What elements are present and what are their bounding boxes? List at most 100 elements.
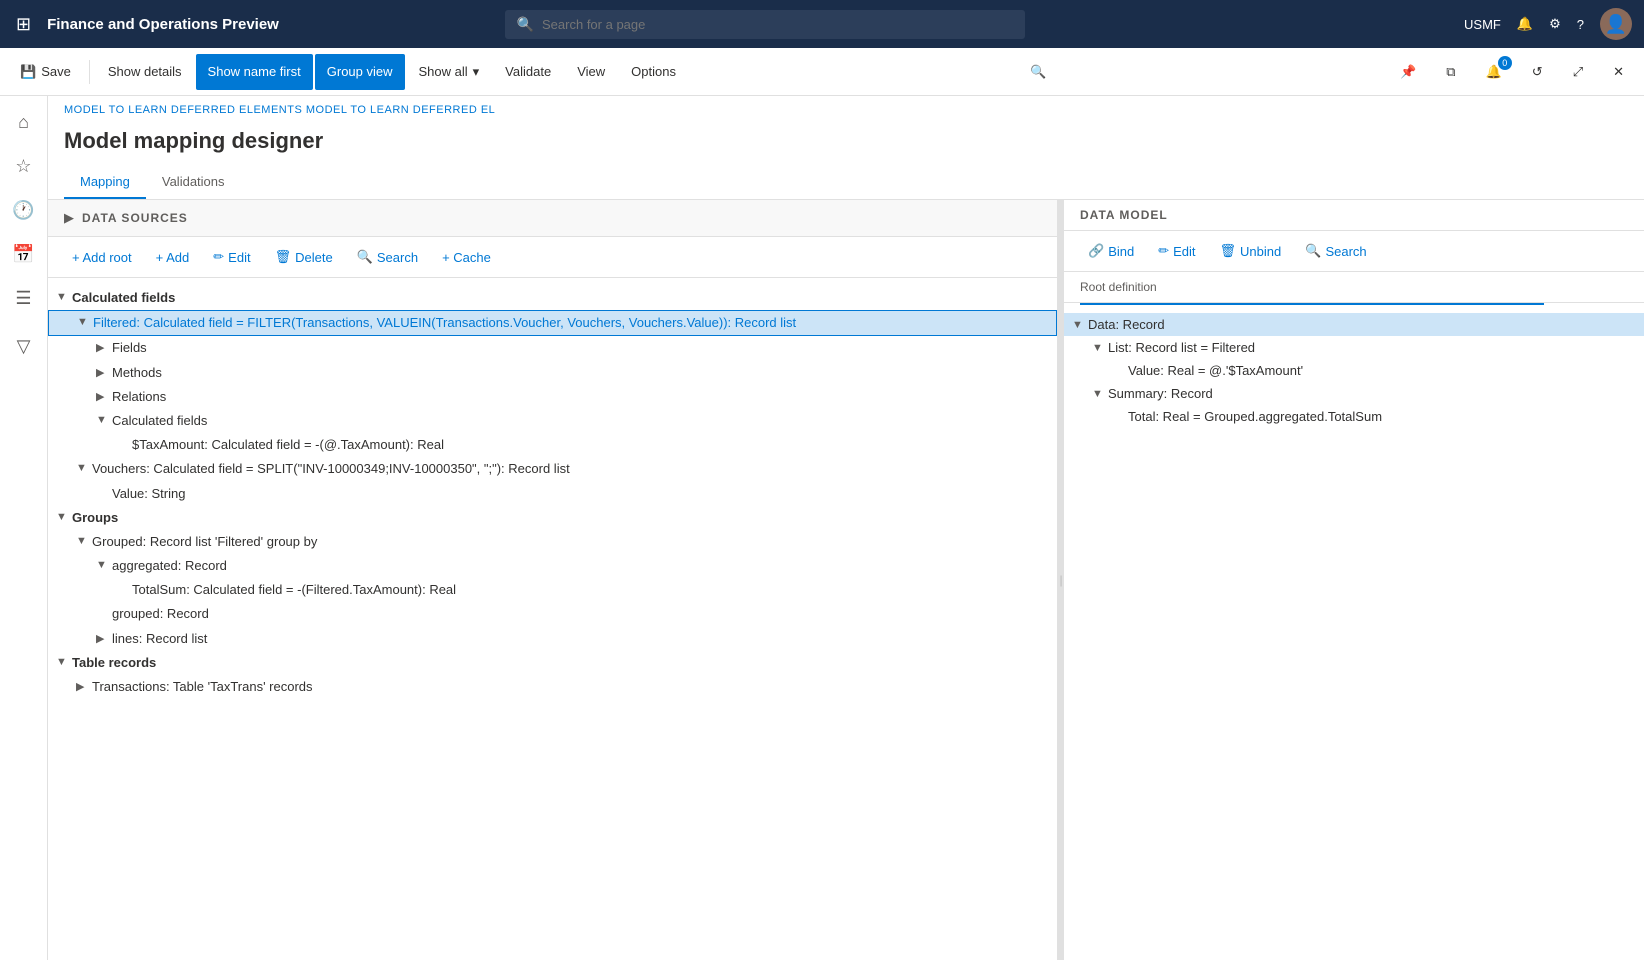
grid-icon[interactable]: ⊞ (12, 10, 35, 39)
pin-button[interactable]: 📌 (1388, 54, 1428, 90)
tree-item[interactable]: ▶Relations (48, 385, 1057, 409)
tree-item[interactable]: ▼Grouped: Record list 'Filtered' group b… (48, 530, 1057, 554)
tree-item[interactable]: ▶Transactions: Table 'TaxTrans' records (48, 675, 1057, 699)
tab-validations[interactable]: Validations (146, 166, 241, 199)
toolbar-separator-1 (89, 60, 90, 84)
dm-search-button[interactable]: 🔍 Search (1297, 239, 1374, 263)
tree-arrow-icon[interactable]: ▼ (76, 460, 92, 474)
tree-item-label: grouped: Record (112, 605, 1057, 623)
sidebar: ⌂ ☆ 🕐 📅 ☰ ▽ (0, 96, 48, 960)
tree-item[interactable]: ▼aggregated: Record (48, 554, 1057, 578)
sidebar-icon-recent[interactable]: 🕐 (6, 192, 42, 228)
settings-icon[interactable]: ⚙ (1549, 16, 1561, 32)
tree-arrow-icon[interactable] (116, 436, 132, 438)
collapse-icon[interactable]: ▶ (64, 210, 74, 226)
dm-tree-item[interactable]: Total: Real = Grouped.aggregated.TotalSu… (1064, 405, 1644, 428)
dm-tree-arrow-icon[interactable] (1112, 363, 1128, 365)
show-name-first-button[interactable]: Show name first (196, 54, 313, 90)
search-button[interactable]: 🔍 Search (349, 245, 426, 269)
tree-item-label: Filtered: Calculated field = FILTER(Tran… (93, 314, 1056, 332)
tree-arrow-icon[interactable] (96, 605, 112, 607)
sidebar-icon-star[interactable]: ☆ (6, 148, 42, 184)
save-button[interactable]: 💾 Save (8, 54, 83, 90)
dm-tree-item[interactable]: ▼Data: Record (1064, 313, 1644, 336)
tree-arrow-icon[interactable]: ▼ (56, 654, 72, 668)
tabs: Mapping Validations (48, 166, 1644, 200)
tree-arrow-icon[interactable]: ▼ (77, 314, 93, 328)
show-all-button[interactable]: Show all ▾ (407, 54, 492, 90)
refresh-button[interactable]: ↺ (1520, 54, 1555, 90)
edit-button[interactable]: ✏ Edit (205, 245, 258, 269)
sidebar-icon-home[interactable]: ⌂ (6, 104, 42, 140)
dm-tree-arrow-icon[interactable] (1112, 409, 1128, 411)
delete-button[interactable]: 🗑 Delete (267, 245, 341, 269)
tree-item[interactable]: ▼Calculated fields (48, 409, 1057, 433)
tree-item[interactable]: grouped: Record (48, 602, 1057, 626)
tree-arrow-icon[interactable] (116, 581, 132, 583)
tree-item[interactable]: ▼Table records (48, 651, 1057, 675)
global-search[interactable]: 🔍 (505, 10, 1025, 39)
cache-button[interactable]: + Cache (434, 246, 499, 269)
tree-item[interactable]: $TaxAmount: Calculated field = -(@.TaxAm… (48, 433, 1057, 457)
tree-arrow-icon[interactable]: ▼ (76, 533, 92, 547)
options-button[interactable]: Options (619, 54, 688, 90)
tree-arrow-icon[interactable]: ▼ (56, 289, 72, 303)
add-root-button[interactable]: + Add root (64, 246, 140, 269)
dm-tree-item[interactable]: Value: Real = @.'$TaxAmount' (1064, 359, 1644, 382)
show-details-button[interactable]: Show details (96, 54, 194, 90)
data-sources-tree: ▼Calculated fields▼Filtered: Calculated … (48, 278, 1057, 707)
duplicate-button[interactable]: ⧉ (1434, 54, 1467, 90)
tree-item[interactable]: ▼Vouchers: Calculated field = SPLIT("INV… (48, 457, 1057, 481)
expand-icon: ⤢ (1573, 64, 1583, 80)
user-label: USMF (1464, 17, 1501, 32)
avatar[interactable]: 👤 (1600, 8, 1632, 40)
unbind-button[interactable]: 🗑 Unbind (1212, 239, 1290, 263)
tree-arrow-icon[interactable]: ▼ (96, 557, 112, 571)
tree-arrow-icon[interactable]: ▶ (96, 364, 112, 379)
tree-arrow-icon[interactable]: ▼ (96, 412, 112, 426)
notifications-count-button[interactable]: 🔔 0 (1474, 54, 1514, 90)
search-icon: 🔍 (1030, 64, 1046, 80)
tree-arrow-icon[interactable] (96, 485, 112, 487)
tree-item-label: Relations (112, 388, 1057, 406)
bind-button[interactable]: 🔗 Bind (1080, 239, 1142, 263)
tree-arrow-icon[interactable]: ▶ (96, 339, 112, 354)
group-view-button[interactable]: Group view (315, 54, 405, 90)
tree-item[interactable]: ▼Calculated fields (48, 286, 1057, 310)
tree-item[interactable]: ▶Fields (48, 336, 1057, 360)
root-definition-label: Root definition (1064, 272, 1644, 303)
tab-mapping[interactable]: Mapping (64, 166, 146, 199)
dm-tree-item[interactable]: ▼List: Record list = Filtered (1064, 336, 1644, 359)
tree-item[interactable]: ▶Methods (48, 361, 1057, 385)
tree-item[interactable]: ▼Filtered: Calculated field = FILTER(Tra… (48, 310, 1057, 336)
help-icon[interactable]: ? (1577, 17, 1584, 32)
add-button[interactable]: + Add (148, 246, 198, 269)
tree-item[interactable]: Value: String (48, 482, 1057, 506)
toolbar-search-button[interactable]: 🔍 (1020, 54, 1056, 90)
tree-item[interactable]: ▶lines: Record list (48, 627, 1057, 651)
dm-tree-item[interactable]: ▼Summary: Record (1064, 382, 1644, 405)
dm-tree-arrow-icon[interactable]: ▼ (1092, 386, 1108, 400)
tree-arrow-icon[interactable]: ▶ (96, 630, 112, 645)
tree-item[interactable]: ▼Groups (48, 506, 1057, 530)
dm-tree-arrow-icon[interactable]: ▼ (1092, 340, 1108, 354)
tree-item-label: Methods (112, 364, 1057, 382)
trash-icon: 🗑 (275, 249, 292, 265)
expand-button[interactable]: ⤢ (1561, 54, 1595, 90)
dm-tree-arrow-icon[interactable]: ▼ (1072, 317, 1088, 331)
sidebar-icon-calendar[interactable]: 📅 (6, 236, 42, 272)
tree-arrow-icon[interactable]: ▶ (96, 388, 112, 403)
tree-item-label: TotalSum: Calculated field = -(Filtered.… (132, 581, 1057, 599)
validate-button[interactable]: Validate (493, 54, 563, 90)
sidebar-icon-filter[interactable]: ▽ (6, 328, 42, 364)
search-input[interactable] (542, 17, 1013, 32)
close-button[interactable]: ✕ (1601, 54, 1636, 90)
tree-arrow-icon[interactable]: ▼ (56, 509, 72, 523)
tree-item[interactable]: TotalSum: Calculated field = -(Filtered.… (48, 578, 1057, 602)
dm-edit-button[interactable]: ✏ Edit (1150, 239, 1203, 263)
sidebar-icon-list[interactable]: ☰ (6, 280, 42, 316)
edit-icon: ✏ (1158, 243, 1169, 259)
notifications-icon[interactable]: 🔔 (1517, 16, 1533, 32)
tree-arrow-icon[interactable]: ▶ (76, 678, 92, 693)
view-button[interactable]: View (565, 54, 617, 90)
